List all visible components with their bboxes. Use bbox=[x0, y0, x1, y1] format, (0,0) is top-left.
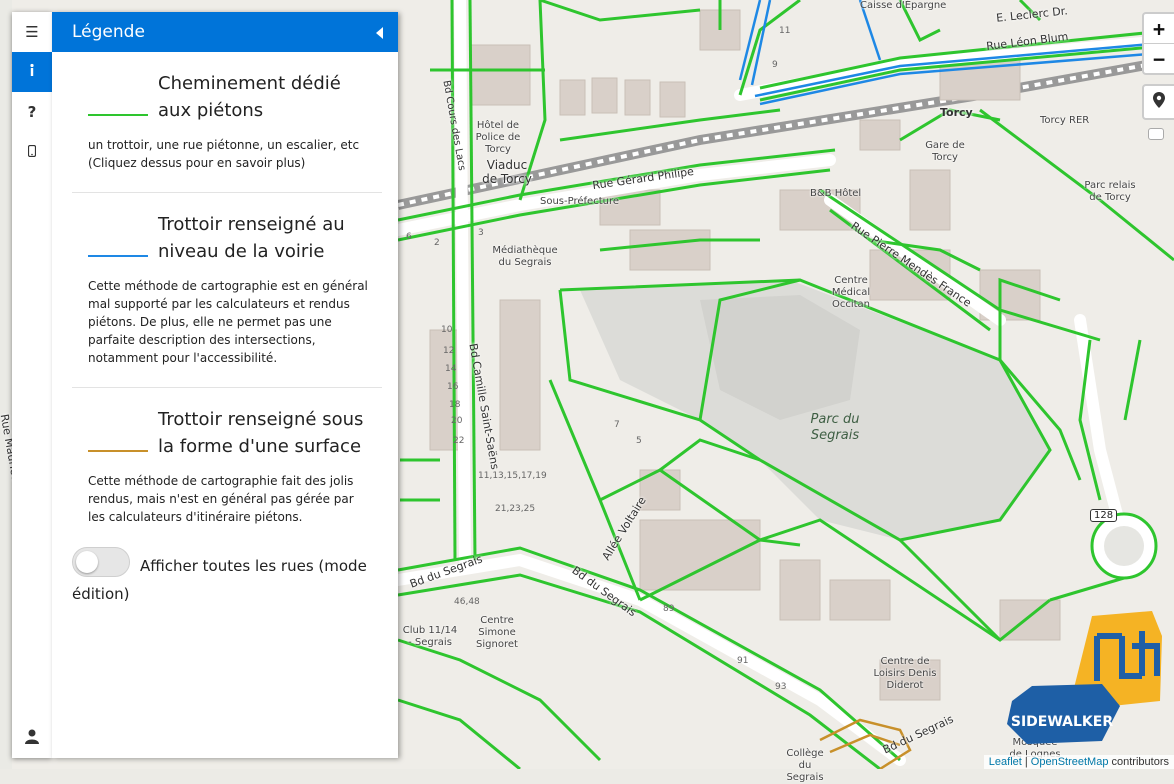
house-number: 11,13,15,17,19 bbox=[478, 471, 547, 481]
mobile-tab[interactable] bbox=[12, 132, 52, 172]
poi-label: Gare de Torcy bbox=[925, 140, 965, 163]
house-number: 21,23,25 bbox=[495, 504, 536, 514]
legend-item-title: Trottoir renseigné sous la forme d'une s… bbox=[158, 409, 364, 457]
toggle-knob bbox=[76, 551, 98, 573]
legend-panel: Légende Cheminement dédié aux piétons un… bbox=[52, 12, 398, 758]
road-shield: 128 bbox=[1090, 509, 1118, 522]
panel-title: Légende bbox=[72, 22, 145, 42]
leaflet-link[interactable]: Leaflet bbox=[989, 756, 1022, 768]
sidebar-tabs: ☰ ? bbox=[12, 12, 52, 758]
house-number: 46,48 bbox=[454, 597, 480, 607]
house-number: 12 bbox=[443, 346, 455, 356]
legend-swatch-blue bbox=[88, 255, 148, 257]
poi-label: Centre de Loisirs Denis Diderot bbox=[873, 656, 937, 691]
park-label: Parc du Segrais bbox=[810, 412, 860, 443]
question-icon: ? bbox=[27, 103, 37, 121]
house-number: 2 bbox=[434, 238, 440, 248]
house-number: 3 bbox=[478, 228, 484, 238]
map-marker-icon bbox=[1153, 92, 1165, 112]
poi-label: Sous-Préfecture bbox=[540, 196, 619, 207]
house-number: 91 bbox=[737, 656, 749, 666]
poi-label: Centre Simone Signoret bbox=[476, 615, 518, 650]
legend-item-desc: Cette méthode de cartographie est en gén… bbox=[88, 279, 368, 365]
user-tab[interactable] bbox=[12, 718, 52, 758]
logo-text: SIDEWALKER bbox=[1011, 714, 1113, 730]
menu-icon: ☰ bbox=[25, 23, 39, 41]
poi-label: Parc relais de Torcy bbox=[1084, 180, 1136, 203]
house-number: 89 bbox=[663, 604, 675, 614]
house-number: 5 bbox=[636, 436, 642, 446]
house-number: 20 bbox=[451, 416, 463, 426]
locate-button[interactable] bbox=[1142, 84, 1174, 120]
help-tab[interactable]: ? bbox=[12, 92, 52, 132]
legend-item-desc: Cette méthode de cartographie fait des j… bbox=[88, 474, 354, 524]
attribution: Leaflet | OpenStreetMap contributors bbox=[983, 755, 1174, 769]
menu-tab[interactable]: ☰ bbox=[12, 12, 52, 52]
house-number: 14 bbox=[445, 364, 457, 374]
info-icon bbox=[25, 63, 39, 81]
house-number: 16 bbox=[447, 382, 459, 392]
poi-label: Médiathèque du Segrais bbox=[492, 245, 558, 268]
house-number: 11 bbox=[779, 26, 791, 36]
divider bbox=[72, 387, 382, 388]
poi-label: Caisse d'Épargne bbox=[860, 0, 947, 11]
legend-swatch-green bbox=[88, 114, 148, 116]
street-label: Viaduc de Torcy bbox=[482, 158, 532, 186]
house-number: 10 bbox=[441, 325, 453, 335]
poi-label: B&B Hôtel bbox=[810, 188, 862, 199]
attribution-separator: | bbox=[1024, 756, 1028, 768]
legend-item-title: Trottoir renseigné au niveau de la voiri… bbox=[158, 214, 345, 262]
osm-link[interactable]: OpenStreetMap bbox=[1031, 756, 1109, 768]
poi-label: Torcy RER bbox=[1040, 115, 1090, 126]
poi-label: Centre Médical Occitan bbox=[831, 275, 871, 310]
house-number: 9 bbox=[772, 60, 778, 70]
poi-label: Club 11/14 - Segrais bbox=[402, 625, 458, 648]
show-all-streets-toggle[interactable] bbox=[72, 547, 130, 577]
zoom-out-button[interactable]: − bbox=[1144, 43, 1174, 73]
house-number: 18 bbox=[449, 400, 461, 410]
sidewalker-logo: SIDEWALKER bbox=[1002, 606, 1172, 750]
legend-item-desc: un trottoir, une rue piétonne, un escali… bbox=[88, 138, 360, 170]
zoom-in-button[interactable]: + bbox=[1144, 14, 1174, 43]
divider bbox=[72, 192, 382, 193]
poi-label: Hôtel de Police de Torcy bbox=[475, 120, 521, 155]
info-tab[interactable] bbox=[12, 52, 52, 92]
legend-swatch-orange bbox=[88, 450, 148, 452]
house-number: 93 bbox=[775, 682, 787, 692]
house-number: 22 bbox=[453, 436, 465, 446]
place-label: Torcy bbox=[940, 106, 973, 119]
mobile-icon bbox=[27, 143, 37, 161]
caret-left-icon[interactable] bbox=[376, 24, 384, 44]
poi-label: Collège du Segrais bbox=[786, 748, 824, 783]
layers-button[interactable] bbox=[1148, 128, 1164, 140]
house-number: 7 bbox=[614, 420, 620, 430]
legend-item-title: Cheminement dédié aux piétons bbox=[158, 73, 341, 121]
zoom-control: + − bbox=[1142, 12, 1174, 75]
house-number: 6 bbox=[406, 232, 412, 242]
attribution-suffix: contributors bbox=[1111, 756, 1169, 768]
panel-header: Légende bbox=[52, 12, 398, 52]
user-icon bbox=[25, 729, 39, 748]
